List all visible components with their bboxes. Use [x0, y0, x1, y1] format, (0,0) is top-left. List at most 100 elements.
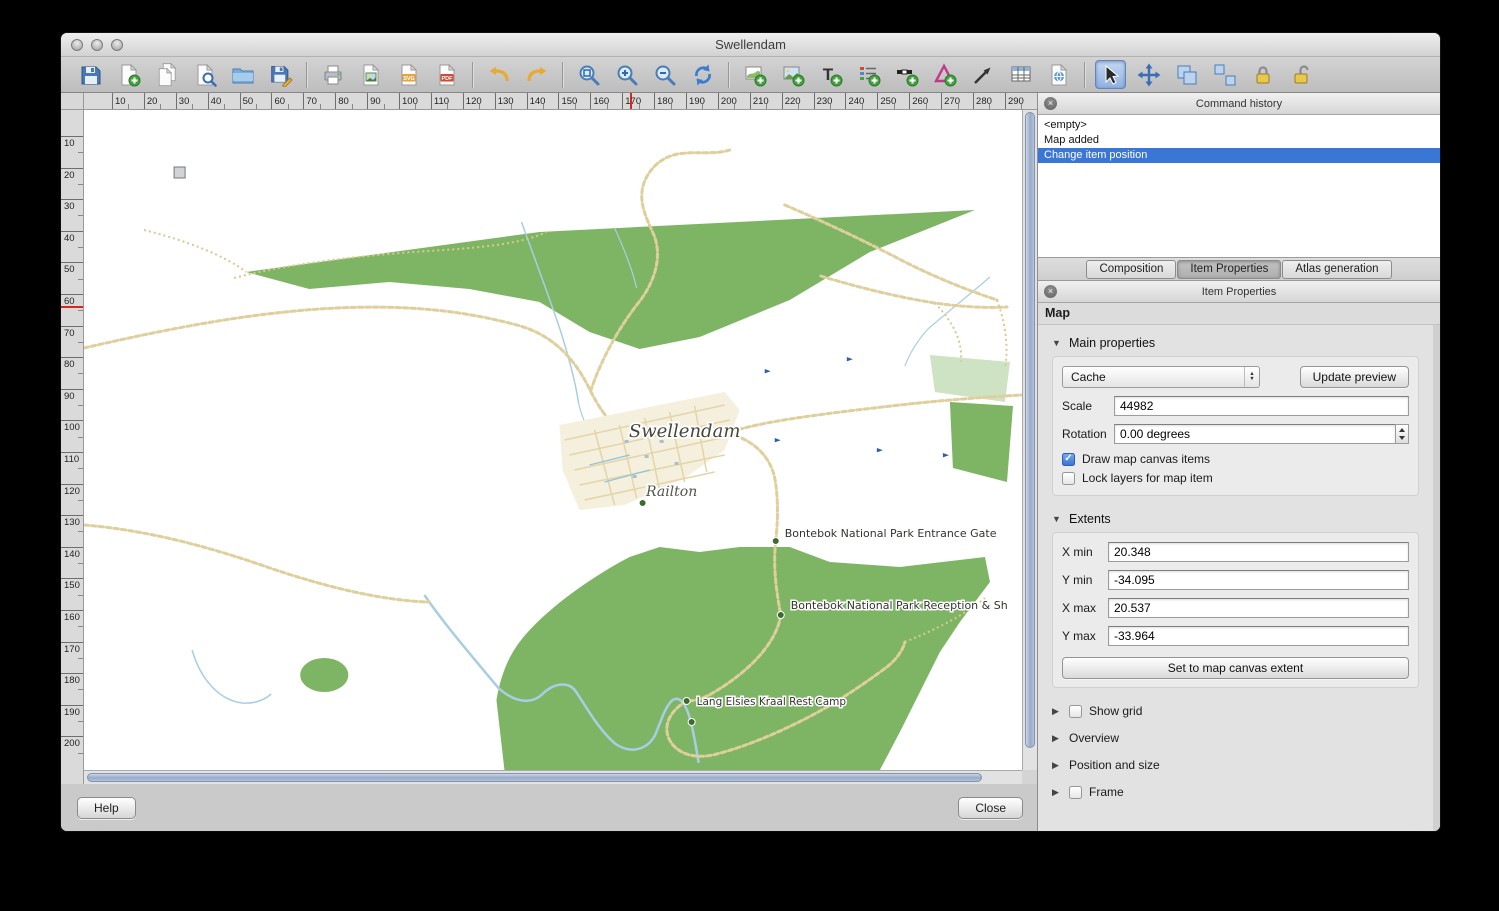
- rotation-spinbox[interactable]: [1114, 424, 1409, 444]
- set-to-map-canvas-extent-button[interactable]: Set to map canvas extent: [1062, 657, 1409, 679]
- add-html-frame-icon[interactable]: [1043, 60, 1074, 89]
- cache-mode-select[interactable]: Cache ▲▼: [1062, 366, 1260, 388]
- update-preview-button[interactable]: Update preview: [1300, 366, 1409, 388]
- ruler-tick: 70: [61, 326, 83, 358]
- add-image-icon[interactable]: [777, 60, 808, 89]
- spin-down-icon[interactable]: [1396, 434, 1408, 443]
- add-scalebar-icon[interactable]: [891, 60, 922, 89]
- export-svg-icon[interactable]: [393, 60, 424, 89]
- command-history-list: <empty>Map addedChange item position: [1038, 115, 1440, 258]
- y-max-input[interactable]: [1108, 626, 1409, 646]
- add-label-icon[interactable]: [815, 60, 846, 89]
- y-min-input[interactable]: [1108, 570, 1409, 590]
- x-max-input[interactable]: [1108, 598, 1409, 618]
- zoom-out-icon[interactable]: [649, 60, 680, 89]
- duplicate-composer-icon[interactable]: [151, 60, 182, 89]
- item-handle[interactable]: [174, 167, 185, 178]
- export-pdf-icon[interactable]: [431, 60, 462, 89]
- y-max-label: Y max: [1062, 629, 1108, 643]
- add-arrow-icon[interactable]: [967, 60, 998, 89]
- help-button[interactable]: Help: [77, 797, 136, 819]
- show-grid-checkbox[interactable]: [1069, 705, 1082, 718]
- scrollbar-thumb[interactable]: [1025, 112, 1035, 748]
- minimize-window-button[interactable]: [91, 39, 103, 51]
- unlock-items-icon[interactable]: [1285, 60, 1316, 89]
- redo-icon[interactable]: [521, 60, 552, 89]
- add-attribute-table-icon[interactable]: [1005, 60, 1036, 89]
- composer-area: 1020304050607080901001101201301401501601…: [61, 93, 1037, 831]
- section-overview[interactable]: ▶ Overview: [1052, 731, 1419, 745]
- map-item[interactable]: Swellendam Railton Bontebok National Par…: [84, 110, 1022, 770]
- section-extents[interactable]: ▼ Extents: [1052, 512, 1419, 526]
- close-window-button[interactable]: [71, 39, 83, 51]
- ruler-tick: 20: [61, 168, 83, 200]
- panel-tab[interactable]: Atlas generation: [1282, 260, 1391, 279]
- lock-items-icon[interactable]: [1247, 60, 1278, 89]
- ruler-tick: 140: [527, 93, 559, 109]
- add-legend-icon[interactable]: [853, 60, 884, 89]
- save-as-template-icon[interactable]: [265, 60, 296, 89]
- frame-checkbox[interactable]: [1069, 786, 1082, 799]
- load-template-icon[interactable]: [227, 60, 258, 89]
- ruler-tick: 150: [61, 578, 83, 610]
- history-item[interactable]: Map added: [1038, 133, 1440, 148]
- canvas-vertical-scrollbar[interactable]: [1022, 110, 1037, 770]
- ruler-tick: 230: [814, 93, 846, 109]
- ruler-tick: 100: [399, 93, 431, 109]
- select-move-item-icon[interactable]: [1095, 60, 1126, 89]
- composition-paper[interactable]: Swellendam Railton Bontebok National Par…: [84, 110, 1022, 770]
- export-image-icon[interactable]: [355, 60, 386, 89]
- group-items-icon[interactable]: [1171, 60, 1202, 89]
- add-map-icon[interactable]: [739, 60, 770, 89]
- ungroup-items-icon[interactable]: [1209, 60, 1240, 89]
- x-max-label: X max: [1062, 601, 1108, 615]
- right-panel: × Command history <empty>Map addedChange…: [1037, 93, 1440, 831]
- scrollbar-thumb[interactable]: [87, 773, 982, 782]
- ruler-tick: 120: [61, 484, 83, 516]
- panel-tab[interactable]: Composition: [1086, 260, 1176, 279]
- history-item[interactable]: Change item position: [1038, 148, 1440, 163]
- ruler-tick: 50: [240, 93, 272, 109]
- ruler-tick: 290: [1005, 93, 1037, 109]
- new-composer-icon[interactable]: [113, 60, 144, 89]
- undo-icon[interactable]: [483, 60, 514, 89]
- section-show-grid[interactable]: ▶ Show grid: [1052, 704, 1419, 718]
- spin-up-icon[interactable]: [1396, 425, 1408, 434]
- item-type-label: Map: [1038, 303, 1440, 325]
- canvas-horizontal-scrollbar[interactable]: [84, 770, 1022, 784]
- x-min-input[interactable]: [1108, 542, 1409, 562]
- composer-manager-icon[interactable]: [189, 60, 220, 89]
- history-item[interactable]: <empty>: [1038, 118, 1440, 133]
- window-titlebar[interactable]: Swellendam: [61, 33, 1440, 57]
- zoom-in-icon[interactable]: [611, 60, 642, 89]
- ruler-tick: 220: [782, 93, 814, 109]
- ruler-tick: 30: [176, 93, 208, 109]
- close-panel-icon[interactable]: ×: [1044, 285, 1057, 298]
- combo-stepper-icon: ▲▼: [1244, 367, 1259, 387]
- ruler-tick: 10: [112, 93, 144, 109]
- save-project-icon[interactable]: [75, 60, 106, 89]
- scale-label: Scale: [1062, 399, 1114, 413]
- section-frame[interactable]: ▶ Frame: [1052, 785, 1419, 799]
- rotation-input[interactable]: [1114, 424, 1395, 444]
- ruler-tick: 250: [877, 93, 909, 109]
- composer-window: Swellendam: [61, 33, 1440, 831]
- close-button[interactable]: Close: [958, 797, 1023, 819]
- zoom-window-button[interactable]: [111, 39, 123, 51]
- item-properties-title: Item Properties: [1202, 286, 1277, 298]
- ruler-tick: 90: [367, 93, 399, 109]
- print-icon[interactable]: [317, 60, 348, 89]
- panel-tab[interactable]: Item Properties: [1177, 260, 1281, 279]
- zoom-full-icon[interactable]: [573, 60, 604, 89]
- camp-label: Lang Elsies Kraal Rest Camp: [697, 696, 847, 708]
- add-shape-icon[interactable]: [929, 60, 960, 89]
- lock-layers-checkbox[interactable]: [1062, 472, 1075, 485]
- scale-input[interactable]: [1114, 396, 1409, 416]
- section-main-properties[interactable]: ▼ Main properties: [1052, 336, 1419, 350]
- section-position-and-size[interactable]: ▶ Position and size: [1052, 758, 1419, 772]
- draw-map-canvas-items-checkbox[interactable]: ✓: [1062, 453, 1075, 466]
- move-item-content-icon[interactable]: [1133, 60, 1164, 89]
- close-panel-icon[interactable]: ×: [1044, 97, 1057, 110]
- refresh-view-icon[interactable]: [687, 60, 718, 89]
- traffic-lights: [71, 39, 123, 51]
